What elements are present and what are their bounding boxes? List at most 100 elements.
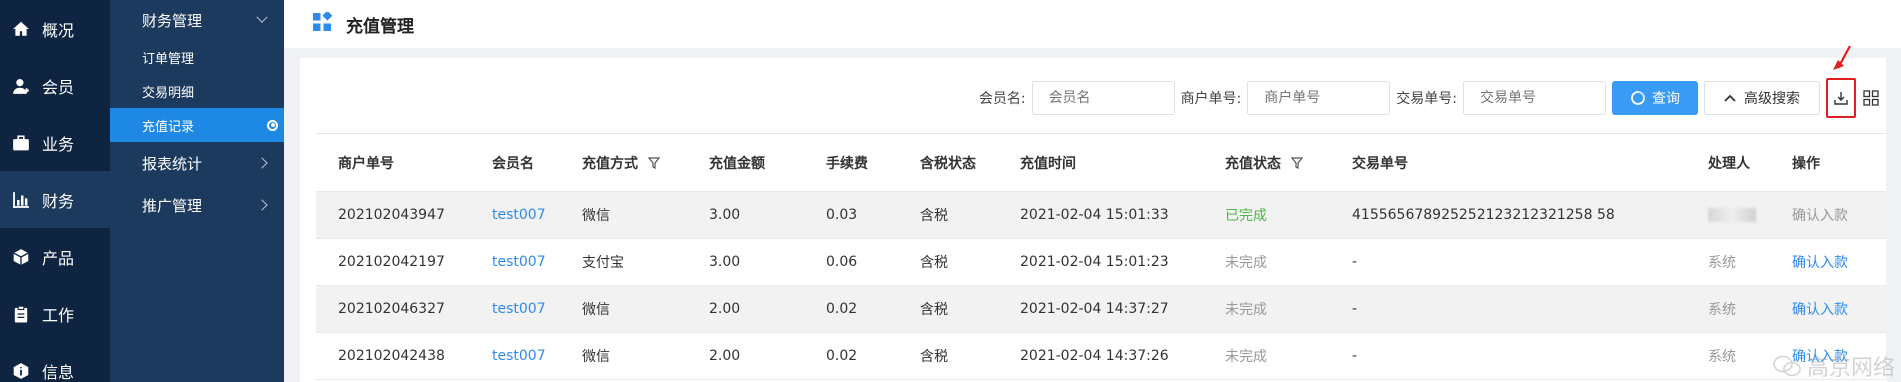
watermark-text: 高京网络 (1806, 356, 1895, 381)
bar-chart-icon (12, 191, 30, 209)
status-cell: 已完成 (1225, 208, 1267, 224)
filter-icon[interactable] (648, 156, 660, 169)
column-settings-button[interactable] (1856, 78, 1886, 118)
export-button[interactable] (1826, 78, 1856, 118)
nav-item-members[interactable]: 会员 (0, 57, 110, 114)
submenu-item-label: 充值记录 (142, 119, 195, 135)
submenu-header[interactable]: 财务管理 (110, 0, 284, 40)
handler-cell: 系统 (1708, 255, 1736, 271)
user-icon (12, 77, 30, 95)
member-link[interactable]: test007 (470, 254, 560, 270)
nav-item-label: 概况 (42, 20, 75, 40)
dashboard-grid-icon (312, 10, 333, 36)
home-icon (12, 20, 30, 38)
nav-item-label: 会员 (42, 77, 75, 97)
amount-cell: 2.00 (709, 301, 741, 317)
column-header: 会员名 (492, 155, 534, 172)
export-wrapper (1826, 45, 1856, 118)
recharge-time-cell: 2021-02-04 14:37:27 (1020, 301, 1169, 317)
submenu-item-recharge[interactable]: 充值记录 (110, 108, 284, 142)
submenu-group-label: 推广管理 (142, 196, 203, 215)
trade-order-cell: - (1352, 348, 1358, 364)
amount-cell: 3.00 (709, 207, 741, 223)
payment-method-cell: 微信 (582, 302, 610, 318)
nav-item-products[interactable]: 产品 (0, 228, 110, 285)
nav-item-finance[interactable]: 财务 (0, 171, 110, 228)
info-icon (12, 362, 30, 380)
app-root: 概况 会员 业务 财务 产品 工作 信息 财务管理 订单管理 交易明细 充值记录… (0, 0, 1901, 382)
filter-bar: 会员名: 商户单号: 交易单号: 查询 高级搜索 (979, 45, 1886, 118)
column-header: 充值时间 (1020, 155, 1076, 172)
table-row: 202102042197 test007 支付宝 3.00 0.06 含税 20… (316, 239, 1886, 286)
amount-cell: 3.00 (709, 254, 741, 270)
table-header-row: 商户单号 会员名 充值方式 充值金额 手续费 含税状态 充值时间 充值状态 交易… (316, 134, 1886, 192)
tax-status-cell: 含税 (920, 255, 948, 271)
member-link[interactable]: test007 (470, 207, 560, 223)
nav-item-business[interactable]: 业务 (0, 114, 110, 171)
merchant-order-input[interactable] (1247, 81, 1391, 115)
column-header-label: 充值方式 (582, 155, 638, 172)
chevron-right-icon (256, 157, 268, 169)
submenu-item-label: 交易明细 (142, 85, 195, 101)
payment-method-cell: 微信 (582, 349, 610, 365)
submenu-item-orders[interactable]: 订单管理 (110, 40, 284, 74)
column-header-with-filter[interactable]: 充值状态 (1203, 153, 1330, 173)
nav-item-label: 业务 (42, 134, 75, 154)
page-title: 充值管理 (346, 16, 414, 37)
finance-submenu: 财务管理 订单管理 交易明细 充值记录 报表统计 推广管理 (110, 0, 284, 382)
status-cell: 未完成 (1225, 302, 1267, 318)
tax-status-cell: 含税 (920, 302, 948, 318)
submenu-item-transactions[interactable]: 交易明细 (110, 74, 284, 108)
recharge-time-cell: 2021-02-04 15:01:33 (1020, 207, 1169, 223)
member-link[interactable]: test007 (470, 301, 560, 317)
submenu-title: 财务管理 (142, 11, 203, 30)
page-header: 充值管理 (284, 0, 1901, 48)
filter-icon[interactable] (1291, 156, 1303, 169)
handler-cell: 系统 (1708, 349, 1736, 365)
confirm-deposit-link[interactable]: 确认入款 (1770, 299, 1886, 319)
payment-method-cell: 微信 (582, 208, 610, 224)
wechat-icon (1773, 355, 1801, 377)
main-nav: 概况 会员 业务 财务 产品 工作 信息 (0, 0, 110, 382)
recharge-time-cell: 2021-02-04 15:01:23 (1020, 254, 1169, 270)
nav-item-overview[interactable]: 概况 (0, 0, 110, 57)
merchant-order-cell: 202102042438 (338, 348, 445, 364)
merchant-order-cell: 202102042197 (338, 254, 445, 270)
confirm-deposit-link[interactable]: 确认入款 (1770, 252, 1886, 272)
member-input[interactable] (1031, 81, 1175, 115)
merchant-order-cell: 202102043947 (338, 207, 445, 223)
trade-order-cell: 415565678925252123212321258 58 (1352, 207, 1615, 223)
payment-method-cell: 支付宝 (582, 255, 624, 271)
cube-icon (12, 248, 30, 266)
submenu-item-label: 订单管理 (142, 51, 195, 67)
nav-item-work[interactable]: 工作 (0, 285, 110, 342)
advanced-search-label: 高级搜索 (1744, 91, 1800, 107)
trade-order-cell: - (1352, 254, 1358, 270)
fee-cell: 0.02 (826, 348, 858, 364)
trade-order-cell: - (1352, 301, 1358, 317)
table-row: 202102046327 test007 微信 2.00 0.02 含税 202… (316, 286, 1886, 333)
table-row: 202102043947 test007 微信 3.00 0.03 含税 202… (316, 192, 1886, 239)
handler-cell (1686, 208, 1770, 222)
briefcase-icon (12, 134, 30, 152)
nav-item-info[interactable]: 信息 (0, 342, 110, 382)
member-link[interactable]: test007 (470, 348, 560, 364)
query-label: 查询 (1652, 91, 1680, 107)
column-header: 充值金额 (709, 155, 765, 172)
annotation-arrow-icon (1833, 45, 1851, 70)
submenu-group-reports[interactable]: 报表统计 (110, 142, 284, 184)
query-button[interactable]: 查询 (1612, 81, 1698, 115)
column-header: 含税状态 (920, 155, 976, 172)
submenu-group-promotion[interactable]: 推广管理 (110, 184, 284, 226)
merchant-order-cell: 202102046327 (338, 301, 445, 317)
fee-cell: 0.03 (826, 207, 858, 223)
merchant-order-label: 商户单号: (1180, 91, 1242, 107)
trade-order-input[interactable] (1463, 81, 1606, 115)
search-icon (1630, 90, 1646, 106)
column-header-with-filter[interactable]: 充值方式 (560, 153, 687, 173)
nav-item-label: 产品 (42, 248, 75, 268)
recharge-table: 商户单号 会员名 充值方式 充值金额 手续费 含税状态 充值时间 充值状态 交易… (316, 133, 1886, 380)
trade-order-label: 交易单号: (1396, 91, 1457, 107)
status-cell: 未完成 (1225, 349, 1267, 365)
advanced-search-button[interactable]: 高级搜索 (1704, 81, 1820, 115)
